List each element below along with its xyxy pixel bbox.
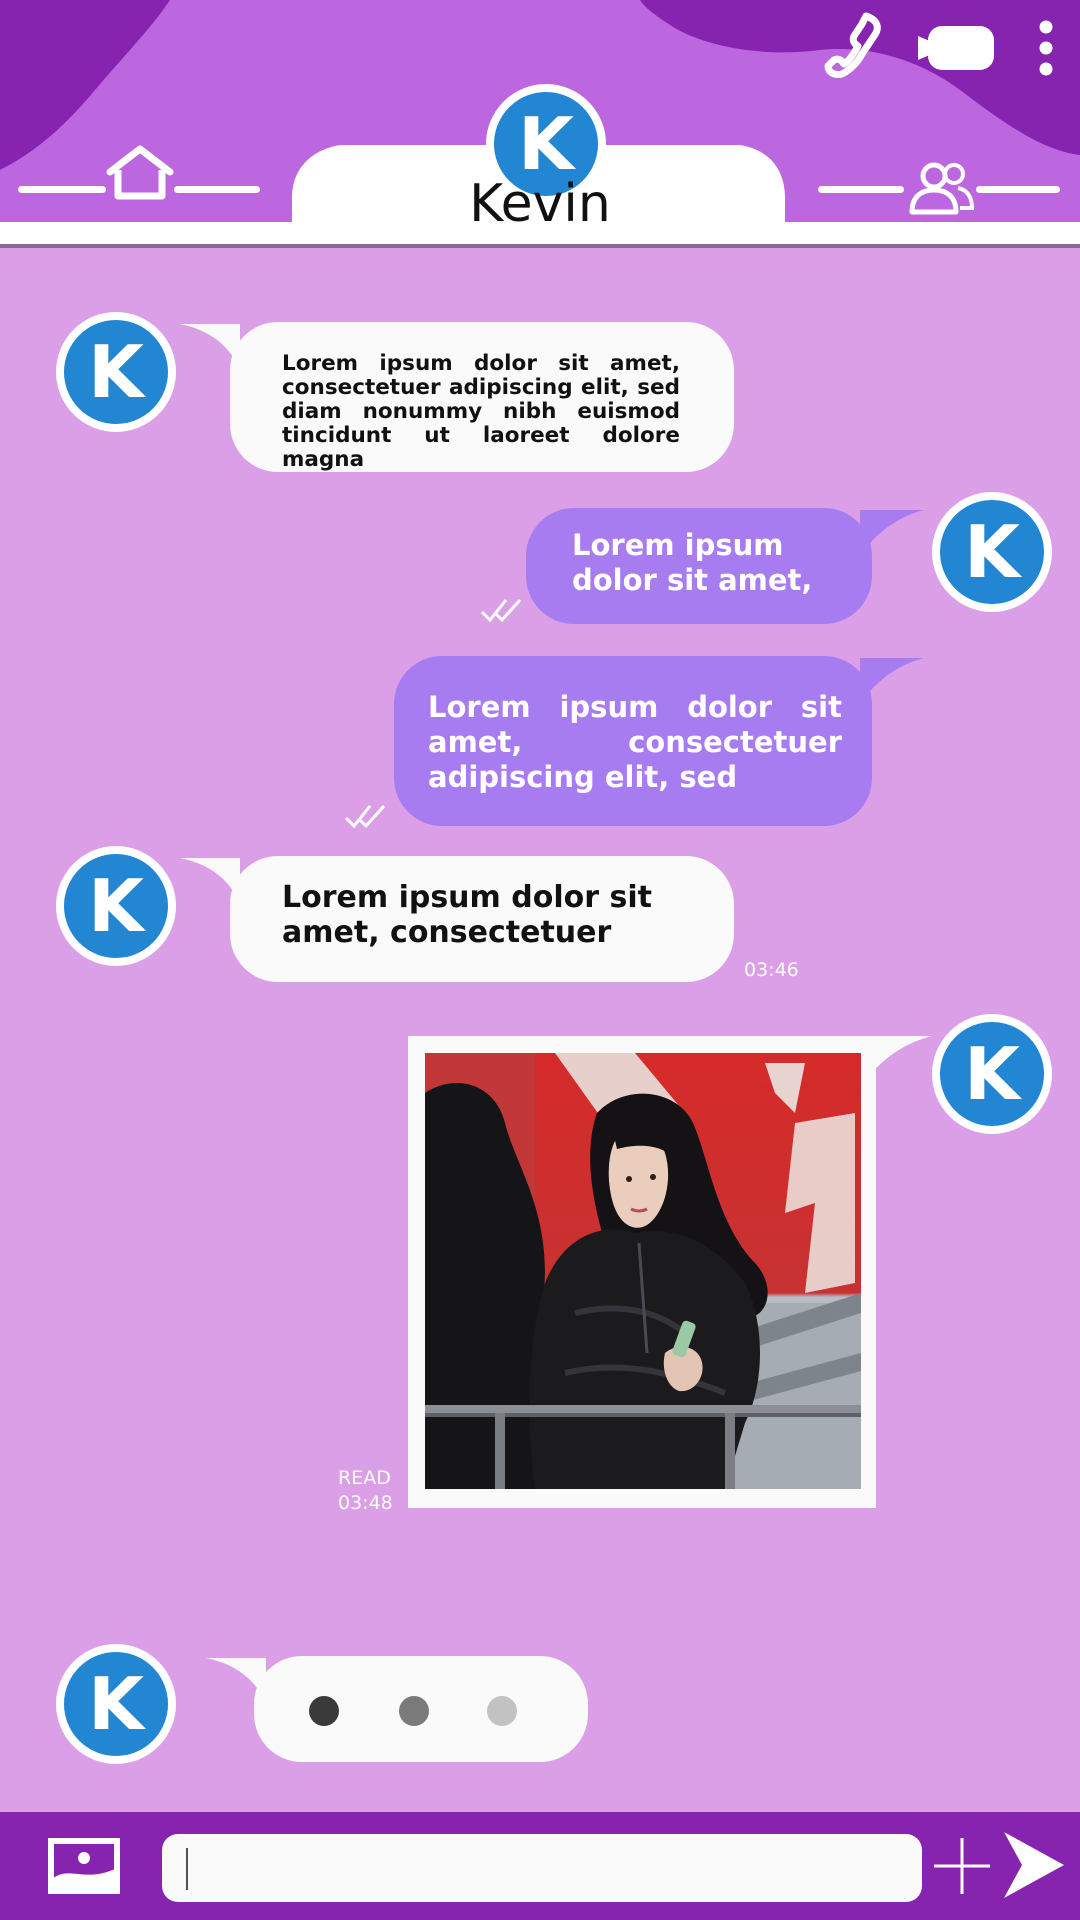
message-bubble-outgoing[interactable]: Lorem ipsum dolor sit amet, consectetuer… xyxy=(394,656,872,826)
message-time: 03:46 xyxy=(744,959,799,981)
sender-avatar: K xyxy=(56,1644,176,1764)
nav-divider xyxy=(976,186,1060,193)
home-icon[interactable] xyxy=(104,144,176,202)
more-vertical-icon[interactable] xyxy=(1036,20,1056,76)
video-icon[interactable] xyxy=(916,22,998,74)
typing-dot xyxy=(309,1696,339,1726)
message-bubble-incoming[interactable]: Lorem ipsum dolor sit amet, consectetuer xyxy=(230,856,734,982)
read-status: READ xyxy=(338,1467,391,1489)
nav-divider xyxy=(818,186,904,193)
message-bubble-incoming[interactable]: Lorem ipsum dolor sit amet, consectetuer… xyxy=(230,322,734,472)
photo-message-frame[interactable] xyxy=(408,1036,876,1508)
double-check-icon xyxy=(480,598,522,623)
double-check-icon xyxy=(344,804,386,829)
send-icon[interactable] xyxy=(1002,1830,1066,1900)
chat-header: K Kevin xyxy=(0,0,1080,248)
avatar-initial: K xyxy=(964,1032,1020,1116)
typing-dots xyxy=(309,1696,517,1726)
message-text: Lorem ipsum dolor sit amet, consectetuer… xyxy=(428,690,842,794)
text-cursor xyxy=(186,1848,188,1890)
message-text: Lorem ipsum dolor sit amet, consectetuer… xyxy=(282,351,680,472)
composer-bar xyxy=(0,1812,1080,1920)
avatar-initial: K xyxy=(88,864,144,948)
message-bubble-outgoing[interactable]: Lorem ipsum dolor sit amet, xyxy=(526,508,872,624)
group-icon[interactable] xyxy=(904,160,976,216)
nav-divider xyxy=(174,186,260,193)
phone-icon[interactable] xyxy=(818,10,890,84)
photo-woman-black-jacket[interactable] xyxy=(425,1053,861,1489)
contact-name: Kevin xyxy=(469,174,611,234)
avatar-initial: K xyxy=(964,510,1020,594)
sender-avatar: K xyxy=(56,846,176,966)
sender-avatar: K xyxy=(932,492,1052,612)
sender-avatar: K xyxy=(56,312,176,432)
avatar-initial: K xyxy=(88,1662,144,1746)
typing-indicator xyxy=(254,1656,588,1762)
read-receipt: READ 03:48 xyxy=(338,1466,393,1515)
typing-dot xyxy=(487,1696,517,1726)
message-time: 03:48 xyxy=(338,1491,393,1514)
sender-avatar: K xyxy=(932,1014,1052,1134)
image-icon[interactable] xyxy=(48,1838,120,1894)
avatar-initial: K xyxy=(88,330,144,414)
message-text: Lorem ipsum dolor sit amet, xyxy=(572,528,813,597)
message-text: Lorem ipsum dolor sit amet, consectetuer xyxy=(282,880,652,950)
nav-divider xyxy=(18,186,106,193)
avatar-initial: K xyxy=(518,102,574,186)
message-input[interactable] xyxy=(162,1834,922,1902)
typing-dot xyxy=(399,1696,429,1726)
message-list xyxy=(0,248,1080,1812)
plus-icon[interactable] xyxy=(930,1834,994,1898)
